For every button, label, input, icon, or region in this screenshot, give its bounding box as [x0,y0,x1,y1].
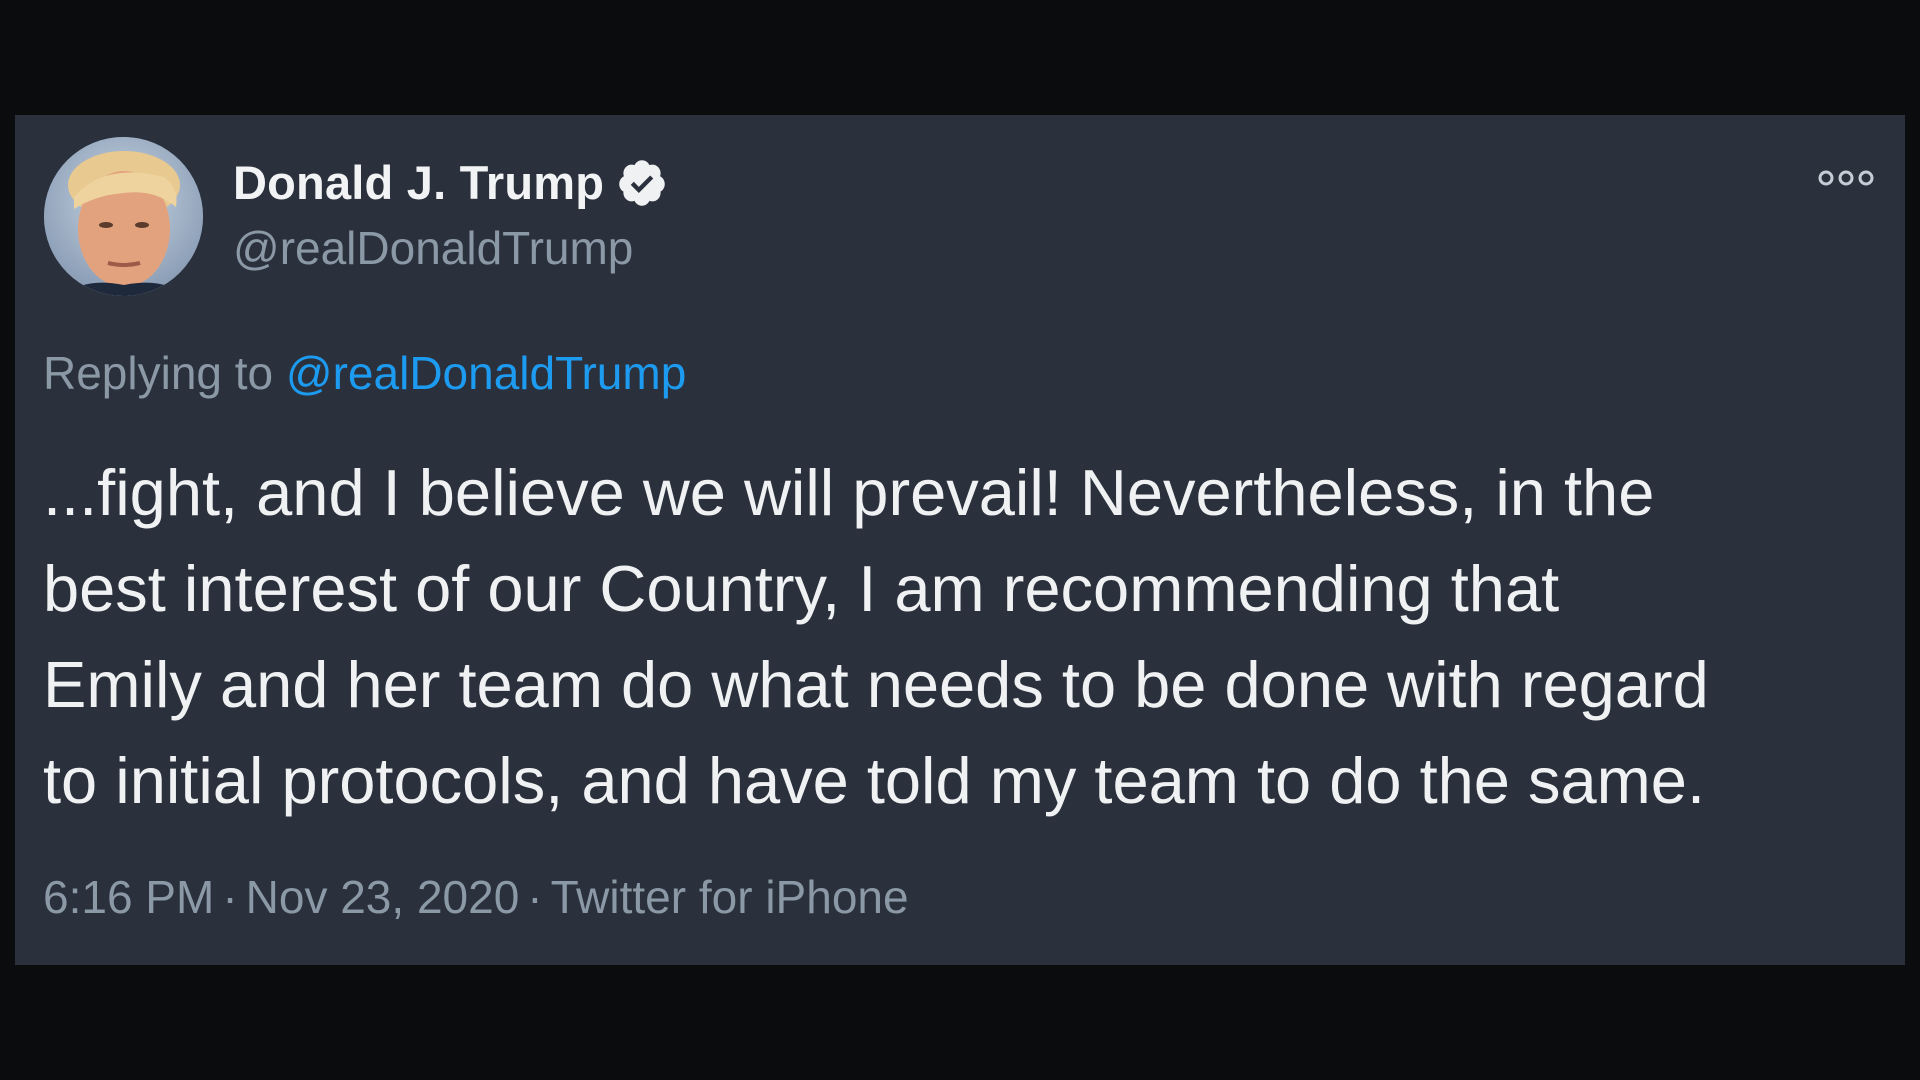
tweet-text-line: ...fight, and I believe we will prevail!… [43,456,1655,529]
replying-to-label: Replying to [43,347,274,399]
tweet-card[interactable]: Donald J. Trump @realDonaldTrump Replyin… [15,115,1905,965]
tweet-text-line: to initial protocols, and have told my t… [43,744,1706,817]
tweet-text-line: best interest of our Country, I am recom… [43,552,1560,625]
replying-to-line: Replying to @realDonaldTrump [43,346,686,400]
more-options-icon[interactable] [1817,167,1875,189]
separator-dot: · [527,871,543,923]
verified-badge-icon [616,157,668,209]
tweet-source-link[interactable]: Twitter for iPhone [551,871,909,923]
tweet-time[interactable]: 6:16 PM [43,871,214,923]
separator-dot: · [222,871,238,923]
author-handle[interactable]: @realDonaldTrump [233,221,633,275]
author-display-name[interactable]: Donald J. Trump [233,155,604,210]
tweet-metadata: 6:16 PM · Nov 23, 2020 · Twitter for iPhone [43,870,909,924]
tweet-date[interactable]: Nov 23, 2020 [246,871,520,923]
profile-photo-icon [44,137,203,296]
tweet-text: ...fight, and I believe we will prevail!… [43,445,1883,829]
replying-to-handle-link[interactable]: @realDonaldTrump [286,347,686,399]
author-name-row: Donald J. Trump [233,155,668,210]
tweet-text-line: Emily and her team do what needs to be d… [43,648,1709,721]
avatar[interactable] [44,137,203,296]
video-frame: Donald J. Trump @realDonaldTrump Replyin… [0,0,1920,1080]
